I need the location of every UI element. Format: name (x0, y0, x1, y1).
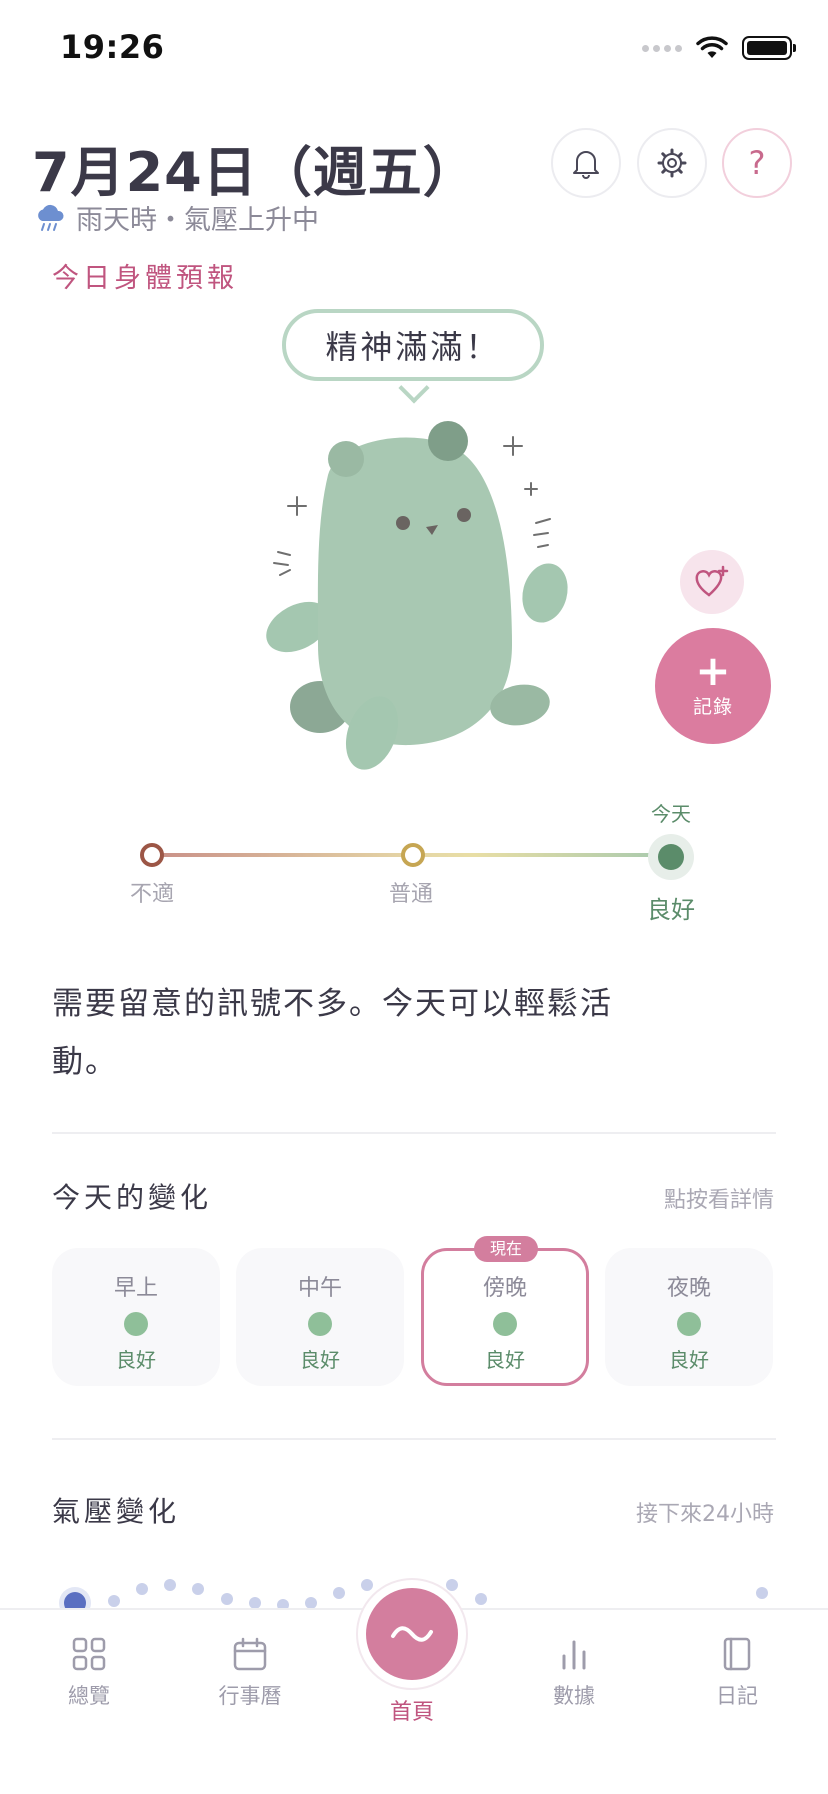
scale-label-bad: 不適 (129, 882, 174, 907)
period-status: 良好 (485, 1348, 525, 1372)
scale-label-normal: 普通 (388, 882, 433, 907)
heart-plus-icon (695, 565, 729, 597)
tab-label: 日記 (716, 1684, 758, 1708)
period-name: 中午 (297, 1276, 342, 1301)
pressure-title: 氣壓變化 (52, 1495, 181, 1528)
battery-icon (742, 36, 796, 60)
today-marker-label: 今天 (651, 802, 691, 826)
rain-cloud-icon (38, 204, 64, 231)
calendar-icon (233, 1637, 267, 1671)
notifications-button[interactable] (551, 128, 621, 198)
help-button[interactable]: ? (722, 128, 792, 198)
period-status: 良好 (300, 1348, 340, 1372)
divider (52, 1438, 776, 1440)
page-title: 7月24日（週五） (32, 141, 478, 204)
favorite-button[interactable] (680, 550, 744, 614)
period-status: 良好 (669, 1348, 709, 1372)
period-status: 良好 (116, 1348, 156, 1372)
status-dot (677, 1312, 701, 1336)
scale-label-good: 良好 (647, 896, 695, 924)
tab-label: 數據 (553, 1684, 595, 1708)
record-label: 記錄 (692, 695, 733, 718)
bear-mascot-illustration (266, 421, 568, 770)
tab-calendar[interactable]: 行事曆 (190, 1636, 310, 1710)
forecast-title: 今日身體預報 (52, 263, 238, 294)
tab-label: 總覽 (68, 1684, 110, 1708)
pressure-point (108, 1595, 120, 1607)
period-card-evening[interactable]: 傍晚 良好 (421, 1248, 589, 1386)
tab-diary[interactable]: 日記 (677, 1636, 797, 1710)
period-card-night[interactable]: 夜晚 良好 (605, 1248, 773, 1386)
status-dot (308, 1312, 332, 1336)
pressure-point (756, 1587, 768, 1599)
pressure-point (221, 1593, 233, 1605)
signal-icon (642, 44, 682, 52)
wifi-icon (696, 36, 728, 58)
tab-home[interactable] (366, 1588, 458, 1680)
pressure-point (164, 1579, 176, 1591)
status-dot (124, 1312, 148, 1336)
speech-bubble: 精神滿滿！ (282, 309, 544, 381)
question-icon: ? (748, 144, 766, 182)
wave-icon (391, 1626, 433, 1642)
scale-point-bad (140, 843, 164, 867)
divider (52, 1132, 776, 1134)
period-card-noon[interactable]: 中午 良好 (236, 1248, 404, 1386)
scale-point-good (658, 844, 684, 870)
pressure-point (361, 1579, 373, 1591)
pressure-point (333, 1587, 345, 1599)
pressure-hint: 接下來24小時 (636, 1502, 774, 1527)
pressure-point (446, 1579, 458, 1591)
grid-icon (72, 1637, 106, 1671)
period-name: 夜晚 (666, 1276, 711, 1301)
notebook-icon (723, 1637, 751, 1671)
status-icons (642, 36, 796, 60)
today-changes-hint[interactable]: 點按看詳情 (664, 1182, 774, 1214)
pressure-point (136, 1583, 148, 1595)
weather-summary: 雨天時・氣壓上升中 (34, 198, 319, 237)
gear-icon (657, 148, 687, 178)
today-changes-title: 今天的變化 (52, 1181, 213, 1214)
status-dot (493, 1312, 517, 1336)
tab-label: 行事曆 (218, 1684, 282, 1708)
bar-chart-icon (562, 1640, 586, 1670)
now-badge: 現在 (474, 1236, 538, 1262)
pressure-point (192, 1583, 204, 1595)
plus-icon: + (695, 645, 731, 695)
tab-data[interactable]: 數據 (514, 1636, 634, 1710)
period-name: 早上 (113, 1276, 158, 1301)
period-card-morning[interactable]: 早上 良好 (52, 1248, 220, 1386)
tab-home-label: 首頁 (389, 1700, 434, 1725)
forecast-summary: 需要留意的訊號不多。今天可以輕鬆活動。 (52, 986, 613, 1080)
settings-button[interactable] (637, 128, 707, 198)
scale-point-normal (401, 843, 425, 867)
record-button[interactable]: + 記錄 (655, 628, 771, 744)
tab-overview[interactable]: 總覽 (29, 1636, 149, 1710)
status-time: 19:26 (60, 28, 165, 66)
period-name: 傍晚 (482, 1276, 527, 1301)
bell-icon (573, 151, 599, 179)
pressure-point (475, 1593, 487, 1605)
weather-text: 雨天時・氣壓上升中 (76, 205, 319, 236)
